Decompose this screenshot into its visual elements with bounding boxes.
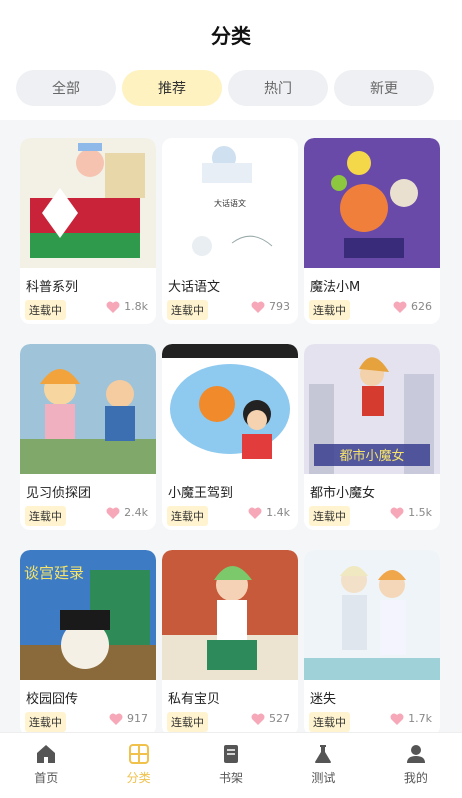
tabbar-label: 首页 [34,771,59,785]
comic-title: 科普系列 [26,280,79,295]
like-count-value: 626 [411,300,432,313]
cover-title-text: 都市小魔女 [339,448,404,464]
status-badge: 连载中 [25,300,66,320]
like-count: 1.5k [390,506,432,519]
heart-icon [106,301,120,313]
status-badge: 连载中 [309,300,350,320]
status-badge: 连载中 [167,300,208,320]
comic-card[interactable]: 小魔王驾到 连载中 1.4k [162,344,298,530]
tab-popular[interactable]: 热门 [228,70,328,106]
like-count-value: 917 [127,712,148,725]
comic-card[interactable]: 大话语文 大话语文 连载中 793 [162,138,298,324]
cover-title-text: 大话语文 [214,198,246,208]
status-badge: 连载中 [25,712,66,732]
comic-title: 魔法小M [310,280,361,295]
heart-icon [390,713,404,725]
heart-icon [393,301,407,313]
comic-title: 都市小魔女 [310,486,376,501]
status-badge: 连载中 [25,506,66,526]
tabbar-label: 书架 [219,771,244,785]
like-count-value: 527 [269,712,290,725]
tab-all[interactable]: 全部 [16,70,116,106]
comic-grid: 科普系列 连载中 1.8k 大话语文 大话语文 连载中 793 魔法小M 连载中… [20,138,440,736]
like-count-value: 2.4k [124,506,148,519]
tabbar-label: 测试 [311,771,336,785]
category-icon [128,744,149,764]
bottom-tab-bar: 首页 分类 书架 测试 我的 [0,732,462,798]
comic-cover-image[interactable] [20,138,156,268]
comic-card[interactable]: 都市小魔女 都市小魔女 连载中 1.5k [304,344,440,530]
comic-cover-image[interactable] [162,344,298,474]
heart-icon [251,713,265,725]
comic-title: 见习侦探团 [26,486,92,501]
cover-title-text: 谈宫廷录 [24,564,84,582]
like-count-value: 1.7k [408,712,432,725]
heart-icon [248,507,262,519]
heart-icon [109,713,123,725]
heart-icon [390,507,404,519]
comic-cover-image[interactable] [304,138,440,268]
category-tabs: 全部 推荐 热门 新更 [16,70,434,106]
comic-cover-image[interactable]: 都市小魔女 [304,344,440,474]
heart-icon [106,507,120,519]
like-count-value: 1.8k [124,300,148,313]
comic-title: 私有宝贝 [168,692,221,707]
comic-card[interactable]: 迷失 连载中 1.7k [304,550,440,736]
like-count-value: 1.5k [408,506,432,519]
comic-cover-image[interactable]: 谈宫廷录 [20,550,156,680]
like-count: 1.4k [248,506,290,519]
comic-cover-image[interactable]: 大话语文 [162,138,298,268]
home-icon [37,745,56,763]
flask-icon [315,745,332,763]
comic-cover-image[interactable] [304,550,440,680]
tabbar-item-home[interactable]: 首页 [0,733,92,798]
comic-cover-image[interactable] [162,550,298,680]
like-count: 1.8k [106,300,148,313]
tabbar-item-bookshelf[interactable]: 书架 [185,733,277,798]
like-count: 793 [251,300,290,313]
like-count: 626 [393,300,432,313]
status-badge: 连载中 [167,712,208,732]
comic-card[interactable]: 魔法小M 连载中 626 [304,138,440,324]
tab-recommended[interactable]: 推荐 [122,70,222,106]
comic-card[interactable]: 科普系列 连载中 1.8k [20,138,156,324]
like-count: 2.4k [106,506,148,519]
comic-card[interactable]: 私有宝贝 连载中 527 [162,550,298,736]
like-count-value: 1.4k [266,506,290,519]
page-title: 分类 [211,24,251,48]
tabbar-item-category[interactable]: 分类 [92,733,184,798]
comic-card[interactable]: 见习侦探团 连载中 2.4k [20,344,156,530]
bookshelf-icon [224,745,239,763]
heart-icon [251,301,265,313]
comic-cover-image[interactable] [20,344,156,474]
status-badge: 连载中 [309,712,350,732]
like-count: 527 [251,712,290,725]
tabbar-label: 我的 [403,771,428,785]
like-count-value: 793 [269,300,290,313]
comic-title: 校园囧传 [26,692,79,707]
header: 分类 全部 推荐 热门 新更 [0,0,462,120]
comic-title: 迷失 [310,692,337,707]
tabbar-item-test[interactable]: 测试 [277,733,369,798]
status-badge: 连载中 [167,506,208,526]
tab-new[interactable]: 新更 [334,70,434,106]
tabbar-label: 分类 [126,771,151,785]
comic-title: 小魔王驾到 [168,486,234,501]
tabbar-item-profile[interactable]: 我的 [370,733,462,798]
comic-card[interactable]: 谈宫廷录 校园囧传 连载中 917 [20,550,156,736]
profile-icon [406,745,425,763]
status-badge: 连载中 [309,506,350,526]
like-count: 917 [109,712,148,725]
comic-title: 大话语文 [168,280,221,295]
like-count: 1.7k [390,712,432,725]
